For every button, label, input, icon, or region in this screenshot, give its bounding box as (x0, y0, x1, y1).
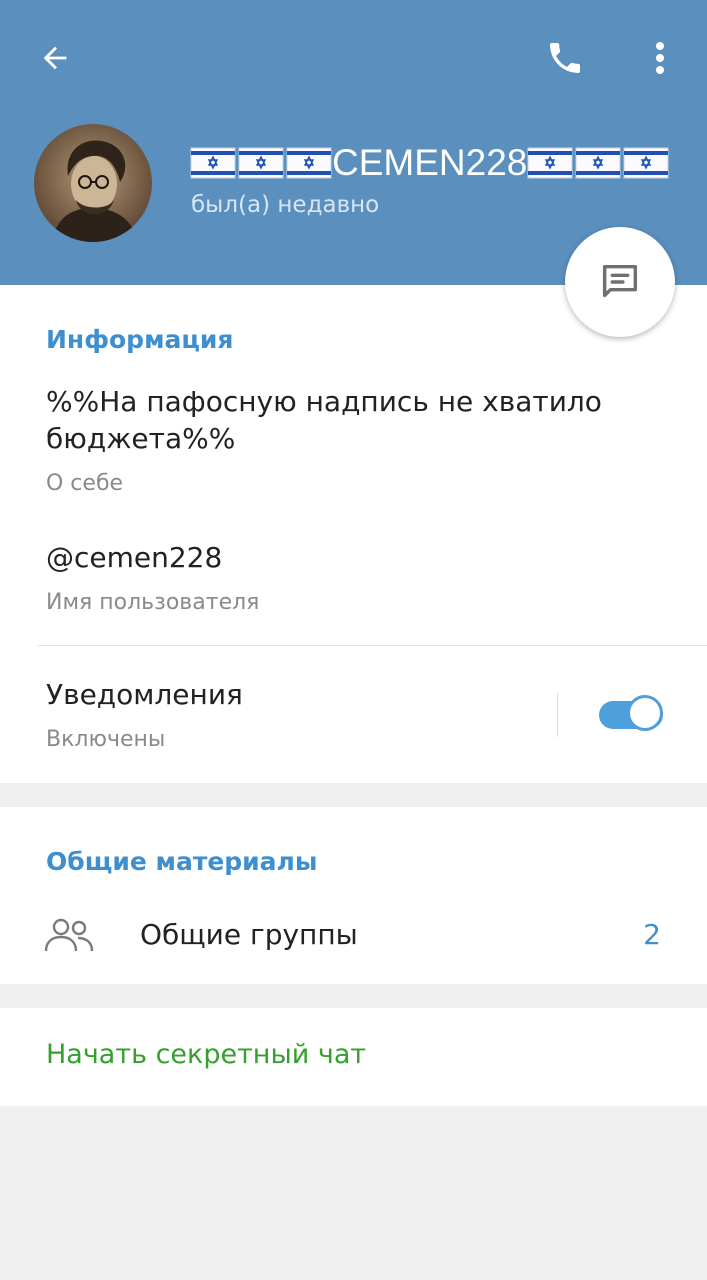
phone-icon (550, 43, 580, 73)
common-groups-row[interactable]: Общие группы 2 (0, 907, 707, 967)
info-section: Информация %%На пафосную надпись не хват… (0, 285, 707, 783)
username-caption: Имя пользователя (46, 590, 260, 615)
username-text[interactable]: @cemen228 (46, 539, 222, 576)
more-options-button[interactable] (640, 33, 680, 83)
israel-flag-icon (190, 147, 236, 179)
notifications-status: Включены (46, 727, 166, 752)
israel-flag-icon (623, 147, 669, 179)
start-secret-chat-button[interactable]: Начать секретный чат (46, 1039, 366, 1070)
vertical-divider (557, 693, 558, 737)
users-icon (44, 918, 94, 952)
shared-section-title: Общие материалы (46, 847, 318, 876)
send-message-button[interactable] (565, 227, 675, 337)
divider (38, 645, 707, 646)
israel-flag-icon (575, 147, 621, 179)
toggle-knob (627, 695, 663, 731)
more-vertical-icon (656, 42, 664, 74)
israel-flag-icon (527, 147, 573, 179)
bio-text[interactable]: %%На пафосную надпись не хватило бюджета… (46, 383, 646, 457)
profile-name: CEMEN228 (190, 138, 700, 188)
portrait-photo (34, 124, 152, 242)
info-section-title: Информация (46, 325, 234, 354)
israel-flag-icon (238, 147, 284, 179)
flags-before (190, 147, 332, 179)
common-groups-count: 2 (643, 918, 661, 951)
common-groups-label: Общие группы (140, 918, 358, 951)
notifications-toggle[interactable] (599, 695, 665, 735)
secret-chat-section: Начать секретный чат (0, 1008, 707, 1106)
back-button[interactable] (30, 33, 80, 83)
shared-section: Общие материалы Общие группы 2 (0, 807, 707, 984)
call-button[interactable] (540, 33, 590, 83)
bio-caption: О себе (46, 471, 124, 496)
israel-flag-icon (286, 147, 332, 179)
notifications-label[interactable]: Уведомления (46, 676, 243, 713)
last-seen-status: был(а) недавно (191, 192, 380, 218)
flags-after (527, 147, 669, 179)
message-icon (602, 264, 638, 298)
profile-name-text: CEMEN228 (332, 142, 528, 183)
avatar[interactable] (34, 124, 152, 242)
arrow-left-icon (43, 46, 67, 70)
